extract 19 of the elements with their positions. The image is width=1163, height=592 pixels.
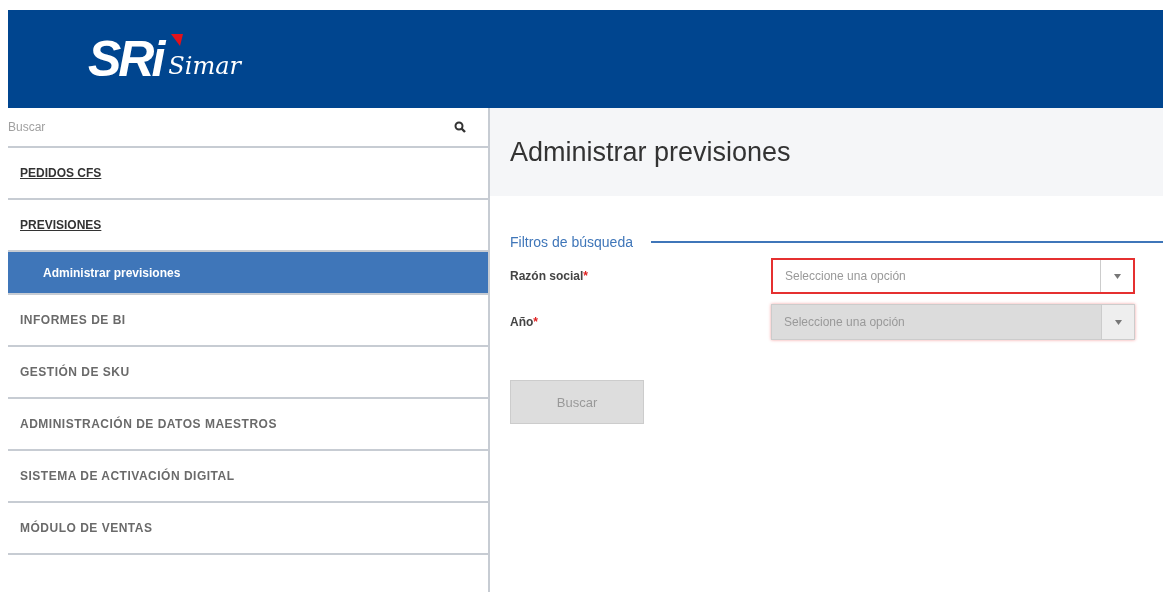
logo-mark: SRi xyxy=(88,34,163,84)
sidebar-item[interactable]: INFORMES DE BI xyxy=(8,295,488,347)
sidebar-item[interactable]: PEDIDOS CFS xyxy=(8,148,488,200)
select-field[interactable]: Seleccione una opción xyxy=(771,258,1135,294)
sidebar-item[interactable]: Administrar previsiones xyxy=(8,252,488,295)
sidebar-item[interactable]: GESTIÓN DE SKU xyxy=(8,347,488,399)
sidebar-item[interactable]: MÓDULO DE VENTAS xyxy=(8,503,488,555)
sidebar-item[interactable]: ADMINISTRACIÓN DE DATOS MAESTROS xyxy=(8,399,488,451)
sidebar-item[interactable]: SISTEMA DE ACTIVACIÓN DIGITAL xyxy=(8,451,488,503)
logo-accent-icon xyxy=(171,34,183,46)
caret-icon xyxy=(1114,319,1122,325)
page-title: Administrar previsiones xyxy=(490,108,1163,196)
logo-wordmark: Simar xyxy=(168,52,241,80)
field-label: Razón social* xyxy=(510,269,590,283)
caret-icon xyxy=(1113,273,1121,279)
search-icon[interactable] xyxy=(454,121,466,133)
section-legend: Filtros de búsqueda xyxy=(510,234,633,250)
search-field[interactable]: Buscar xyxy=(8,119,454,135)
field-label: Año* xyxy=(510,315,539,329)
